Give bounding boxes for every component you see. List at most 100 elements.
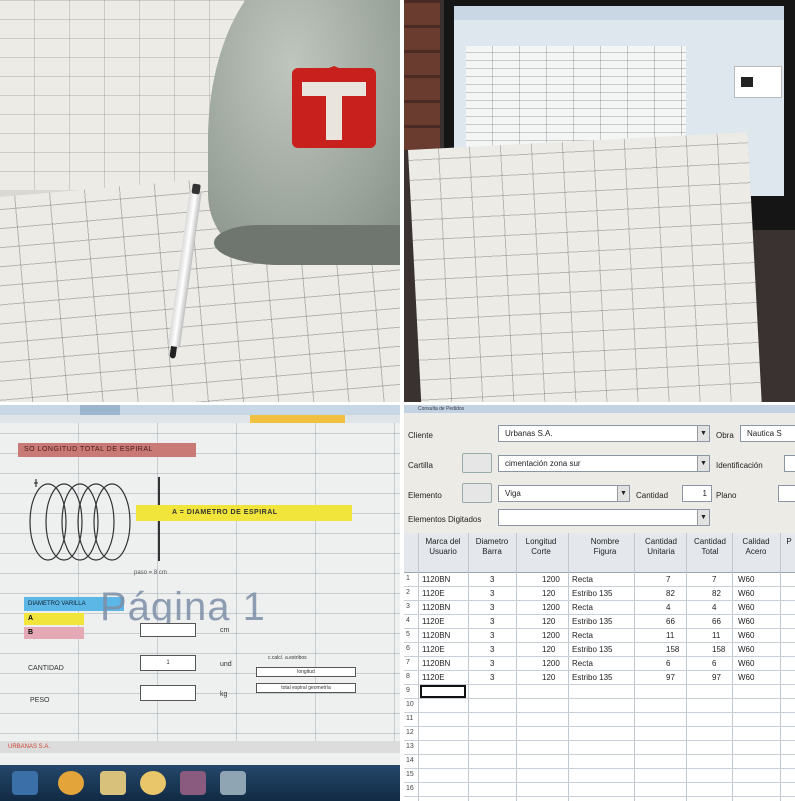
cell-fig[interactable]: Recta (572, 603, 593, 612)
value-box-a[interactable] (140, 623, 196, 637)
cell-diam[interactable]: 3 (490, 673, 494, 682)
browser-icon[interactable] (58, 771, 84, 795)
obra-select[interactable]: Nautica S (740, 425, 795, 442)
cell-long[interactable]: 1200 (542, 631, 560, 640)
cell-diam[interactable]: 3 (490, 631, 494, 640)
cell-ct[interactable]: 66 (712, 617, 721, 626)
table-row-empty[interactable]: 16 (404, 783, 795, 797)
plano-input[interactable] (778, 485, 795, 502)
cell-long[interactable]: 1200 (542, 575, 560, 584)
cell-cu[interactable]: 82 (666, 589, 675, 598)
table-row[interactable]: 4 1120E 3 120 Estribo 135 66 66 W60 (404, 615, 795, 629)
cartilla-lookup-button[interactable] (462, 453, 492, 473)
cell-long[interactable]: 120 (542, 589, 555, 598)
cell-marca[interactable]: 1120BN (422, 659, 450, 668)
table-row-empty[interactable]: 15 (404, 769, 795, 783)
col-cant-unitaria[interactable]: Cantidad Unitaria (638, 537, 684, 557)
cell-acero[interactable]: W60 (738, 575, 754, 584)
col-marca[interactable]: Marca del Usuario (422, 537, 464, 557)
col-p[interactable]: P (784, 537, 794, 547)
cliente-select[interactable]: Urbanas S.A. ▼ (498, 425, 710, 442)
cell-marca[interactable]: 1120BN (422, 575, 450, 584)
table-row[interactable]: 7 1120BN 3 1200 Recta 6 6 W60 (404, 657, 795, 671)
cartilla-select[interactable]: cimentación zona sur ▼ (498, 455, 710, 472)
cell-ct[interactable]: 11 (712, 631, 720, 640)
col-longitud[interactable]: Longitud Corte (520, 537, 562, 557)
cantidad-input[interactable]: 1 (682, 485, 712, 502)
col-diametro[interactable]: Diametro Barra (472, 537, 512, 557)
cell-fig[interactable]: Recta (572, 631, 593, 640)
cell-ct[interactable]: 6 (712, 659, 716, 668)
cell-diam[interactable]: 3 (490, 617, 494, 626)
cell-marca[interactable]: 1120BN (422, 603, 450, 612)
peso-input[interactable] (140, 685, 196, 701)
cell-fig[interactable]: Estribo 135 (572, 673, 612, 682)
cell-cu[interactable]: 4 (666, 603, 670, 612)
table-row-empty[interactable]: 14 (404, 755, 795, 769)
cantidad-input[interactable]: 1 (140, 655, 196, 671)
chevron-down-icon[interactable]: ▼ (617, 486, 629, 501)
elemento-select[interactable]: Viga ▼ (498, 485, 630, 502)
cell-acero[interactable]: W60 (738, 645, 754, 654)
cell-a[interactable]: A (24, 613, 84, 625)
cell-ct[interactable]: 7 (712, 575, 716, 584)
table-row[interactable]: 2 1120E 3 120 Estribo 135 82 82 W60 (404, 587, 795, 601)
table-row-empty[interactable]: 9 (404, 685, 795, 699)
chrome-icon[interactable] (140, 771, 166, 795)
identificacion-input[interactable] (784, 455, 795, 472)
start-button-icon[interactable] (12, 771, 38, 795)
image-viewer-icon[interactable] (220, 771, 246, 795)
cell-diam[interactable]: 3 (490, 645, 494, 654)
cell-cu[interactable]: 11 (666, 631, 674, 640)
cell-ct[interactable]: 158 (712, 645, 725, 654)
cell-diam[interactable]: 3 (490, 603, 494, 612)
cell-long[interactable]: 120 (542, 645, 555, 654)
cell-acero[interactable]: W60 (738, 659, 754, 668)
cell-fig[interactable]: Estribo 135 (572, 617, 612, 626)
cell-long[interactable]: 1200 (542, 603, 560, 612)
table-row[interactable]: 6 1120E 3 120 Estribo 135 158 158 W60 (404, 643, 795, 657)
table-row-empty[interactable]: 13 (404, 741, 795, 755)
cell-long[interactable]: 120 (542, 617, 555, 626)
folder-icon[interactable] (100, 771, 126, 795)
table-row-empty[interactable]: 10 (404, 699, 795, 713)
cell-diam[interactable]: 3 (490, 589, 494, 598)
cell-diam[interactable]: 3 (490, 659, 494, 668)
cell-cu[interactable]: 66 (666, 617, 675, 626)
active-cell[interactable] (420, 685, 466, 698)
cell-marca[interactable]: 1120E (422, 589, 445, 598)
cell-fig[interactable]: Recta (572, 575, 593, 584)
cell-acero[interactable]: W60 (738, 673, 754, 682)
cell-cu[interactable]: 6 (666, 659, 670, 668)
cell-cu[interactable]: 158 (666, 645, 679, 654)
cell-b[interactable]: B (24, 627, 84, 639)
cell-acero[interactable]: W60 (738, 631, 754, 640)
table-row[interactable]: 3 1120BN 3 1200 Recta 4 4 W60 (404, 601, 795, 615)
cell-cu[interactable]: 97 (666, 673, 675, 682)
chevron-down-icon[interactable]: ▼ (697, 456, 709, 471)
elementos-digitados-select[interactable]: ▼ (498, 509, 710, 526)
cell-long[interactable]: 120 (542, 673, 555, 682)
chevron-down-icon[interactable]: ▼ (697, 510, 709, 525)
total-espiral-box[interactable]: total espiral geometría (256, 683, 356, 693)
cell-ct[interactable]: 4 (712, 603, 716, 612)
cell-marca[interactable]: 1120BN (422, 631, 450, 640)
cell-acero[interactable]: W60 (738, 603, 754, 612)
table-row[interactable]: 1 1120BN 3 1200 Recta 7 7 W60 (404, 573, 795, 587)
table-row[interactable]: 8 1120E 3 120 Estribo 135 97 97 W60 (404, 671, 795, 685)
cell-cu[interactable]: 7 (666, 575, 670, 584)
cell-marca[interactable]: 1120E (422, 617, 445, 626)
chevron-down-icon[interactable]: ▼ (697, 426, 709, 441)
cell-marca[interactable]: 1120E (422, 673, 445, 682)
cell-marca[interactable]: 1120E (422, 645, 445, 654)
cell-fig[interactable]: Recta (572, 659, 593, 668)
cell-ct[interactable]: 82 (712, 589, 721, 598)
col-figura[interactable]: Nombre Figura (580, 537, 630, 557)
longitud-box[interactable]: longitud (256, 667, 356, 677)
col-calidad[interactable]: Calidad Acero (736, 537, 776, 557)
cell-acero[interactable]: W60 (738, 617, 754, 626)
app-icon[interactable] (180, 771, 206, 795)
col-cant-total[interactable]: Cantidad Total (690, 537, 730, 557)
cell-acero[interactable]: W60 (738, 589, 754, 598)
cell-fig[interactable]: Estribo 135 (572, 645, 612, 654)
